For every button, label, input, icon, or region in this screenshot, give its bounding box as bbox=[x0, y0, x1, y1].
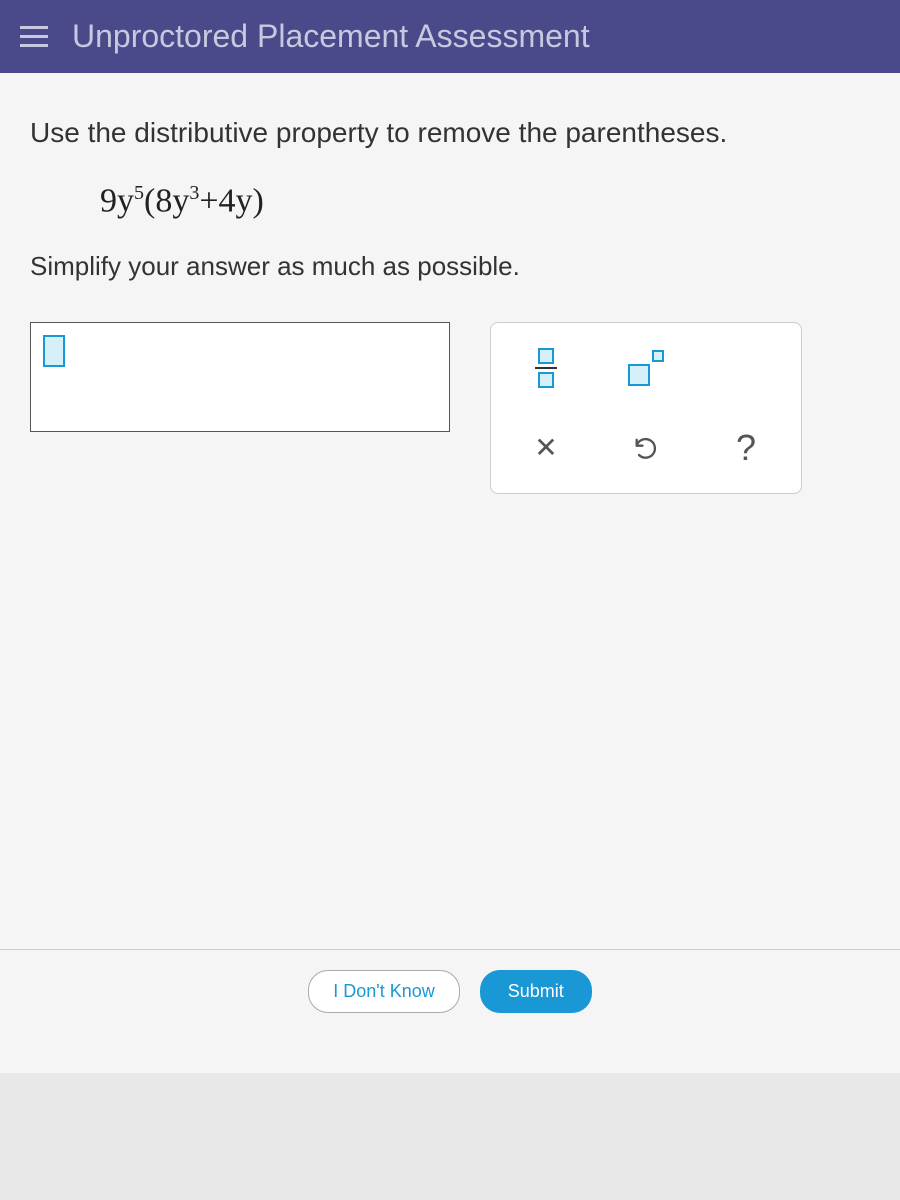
fraction-icon bbox=[535, 348, 557, 388]
fraction-button[interactable] bbox=[521, 343, 571, 393]
exp-1: 5 bbox=[134, 182, 144, 204]
undo-icon bbox=[632, 434, 660, 462]
menu-icon[interactable] bbox=[20, 26, 48, 47]
paren-open: ( bbox=[144, 183, 155, 220]
footer-actions: I Don't Know Submit bbox=[0, 949, 900, 1033]
close-icon: ✕ bbox=[534, 431, 557, 464]
exp-2: 3 bbox=[189, 182, 199, 204]
answer-placeholder-box bbox=[43, 335, 65, 367]
help-button[interactable]: ? bbox=[721, 423, 771, 473]
help-icon: ? bbox=[736, 427, 756, 469]
coef-2: 8 bbox=[155, 183, 172, 220]
exponent-icon bbox=[628, 350, 664, 386]
var-2: y bbox=[172, 183, 189, 220]
clear-button[interactable]: ✕ bbox=[521, 423, 571, 473]
app-header: Unproctored Placement Assessment bbox=[0, 0, 900, 73]
i-dont-know-button[interactable]: I Don't Know bbox=[308, 970, 460, 1013]
math-expression: 9y5(8y3+4y) bbox=[100, 182, 870, 220]
math-tool-panel: ✕ ? bbox=[490, 322, 802, 494]
paren-close: ) bbox=[253, 183, 264, 220]
answer-input[interactable] bbox=[30, 322, 450, 432]
var-3: y bbox=[236, 183, 253, 220]
instruction-1: Use the distributive property to remove … bbox=[30, 113, 870, 152]
instruction-2: Simplify your answer as much as possible… bbox=[30, 251, 870, 282]
page-title: Unproctored Placement Assessment bbox=[72, 18, 590, 55]
var-1: y bbox=[117, 183, 134, 220]
exponent-button[interactable] bbox=[621, 343, 671, 393]
undo-button[interactable] bbox=[621, 423, 671, 473]
plus-term: +4 bbox=[199, 183, 235, 220]
answer-row: ✕ ? bbox=[30, 322, 870, 494]
submit-button[interactable]: Submit bbox=[480, 970, 592, 1013]
coef-1: 9 bbox=[100, 183, 117, 220]
problem-content: Use the distributive property to remove … bbox=[0, 73, 900, 1073]
